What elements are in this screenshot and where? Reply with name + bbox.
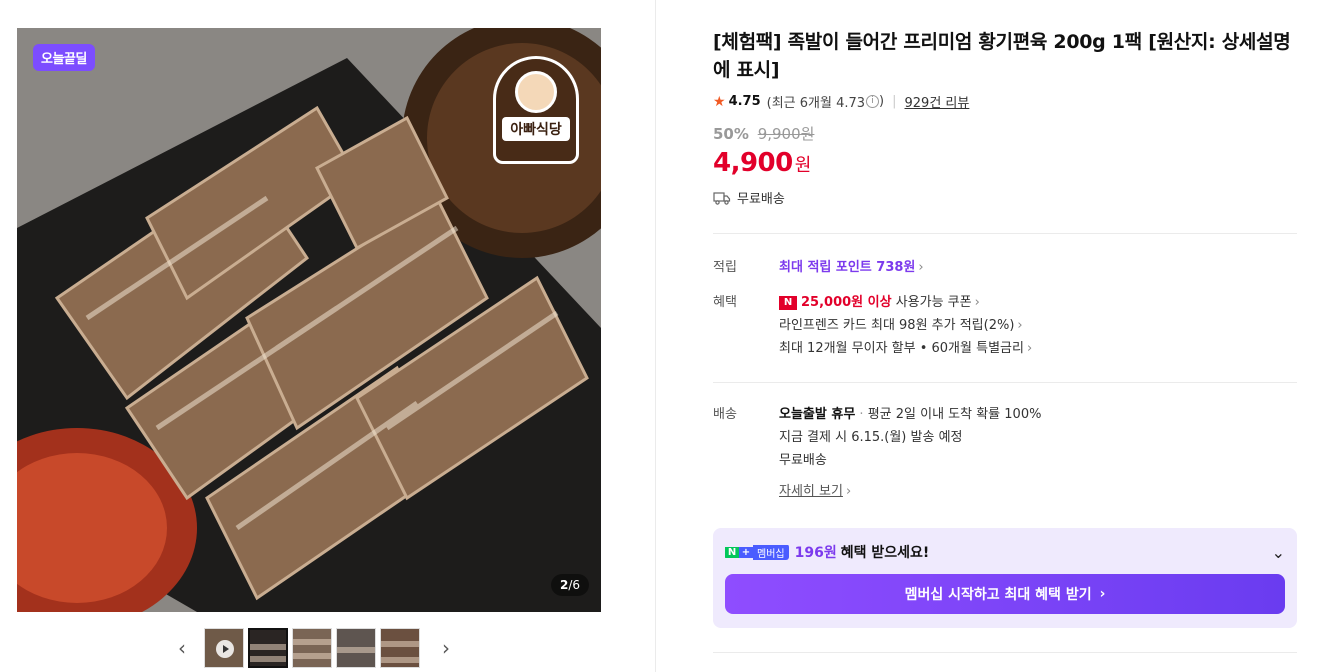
- points-link[interactable]: 최대 적립 포인트 738원: [779, 260, 915, 275]
- original-price: 9,900원: [757, 125, 815, 143]
- chevron-right-icon: ›: [1026, 341, 1033, 356]
- shipping-row: 무료배송: [713, 188, 1297, 207]
- divider: [713, 652, 1297, 653]
- brand-logo: 아빠식당: [493, 56, 579, 164]
- membership-start-button[interactable]: 멤버십 시작하고 최대 혜택 받기 ›: [725, 574, 1285, 614]
- card-row[interactable]: 라인프렌즈 카드 최대 98원 추가 적립(2%) ›: [779, 314, 1297, 337]
- delivery-fee: 무료배송: [779, 453, 827, 468]
- chevron-right-icon: ›: [1017, 318, 1023, 333]
- chevron-right-icon: ›: [974, 295, 980, 310]
- thumbnail-2[interactable]: [248, 628, 288, 668]
- benefit-label: 혜택: [713, 295, 737, 310]
- brand-logo-name: 아빠식당: [502, 117, 570, 141]
- sale-price-number: 4,900: [713, 148, 793, 178]
- thumbnail-4[interactable]: [336, 628, 376, 668]
- plus-icon: +: [739, 546, 753, 558]
- naver-plus-badge: N + 멤버십: [725, 544, 789, 560]
- rating-separator: |: [892, 94, 897, 109]
- rating-recent: (최근 6개월 4.73: [766, 96, 866, 111]
- image-counter: 2/6: [550, 574, 589, 596]
- delivery-schedule: 지금 결제 시 6.15.(월) 발송 예정: [779, 430, 963, 445]
- points-section: 적립 최대 적립 포인트 738원 ›: [713, 256, 1297, 279]
- installment-row[interactable]: 최대 12개월 무이자 할부 • 60개월 특별금리 ›: [779, 337, 1297, 360]
- membership-header[interactable]: N + 멤버십 196원 혜택 받으세요! ⌄: [725, 542, 1285, 562]
- thumbnail-3[interactable]: [292, 628, 332, 668]
- benefit-section: 혜택 N 25,000원 이상 사용가능 쿠폰 › 라인프렌즈 카드 최대 98원 …: [713, 291, 1297, 360]
- main-product-image[interactable]: 오늘끝딜 아빠식당 2/6: [17, 28, 601, 612]
- chevron-right-icon: ›: [845, 484, 852, 499]
- thumbnail-prev-button[interactable]: ‹: [170, 628, 194, 668]
- delivery-section: 배송 오늘출발 휴무 · 평균 2일 이내 도착 확률 100% 지금 결제 시…: [713, 403, 1297, 503]
- delivery-details-link[interactable]: 자세히 보기: [779, 484, 843, 499]
- installment-text: 최대 12개월 무이자 할부 • 60개월 특별금리: [779, 341, 1024, 356]
- rating-recent-close: ): [879, 94, 885, 109]
- naver-n-icon: N: [725, 546, 739, 558]
- chevron-down-icon[interactable]: ⌄: [1272, 543, 1285, 562]
- play-icon: [216, 640, 234, 658]
- product-info: [체험팩] 족발이 들어간 프리미엄 황기편육 200g 1팩 [원산지: 상세…: [713, 28, 1297, 503]
- rating-row: ★ 4.75 (최근 6개월 4.73 i ) | 929건 리뷰: [713, 92, 1297, 112]
- truck-icon: [713, 191, 731, 205]
- discount-percent: 50%: [713, 125, 749, 143]
- delivery-label: 배송: [713, 407, 737, 422]
- image-counter-total: /6: [568, 578, 580, 592]
- membership-box: N + 멤버십 196원 혜택 받으세요! ⌄ 멤버십 시작하고 최대 혜택 받기 ›: [713, 528, 1297, 628]
- divider: [713, 382, 1297, 383]
- membership-text: 혜택 받으세요!: [840, 545, 930, 561]
- thumbnail-strip: ‹ ›: [170, 628, 458, 668]
- review-count-link[interactable]: 929건 리뷰: [905, 92, 970, 111]
- thumbnail-1[interactable]: [204, 628, 244, 668]
- info-icon[interactable]: i: [866, 95, 880, 108]
- thumbnail-next-button[interactable]: ›: [434, 628, 458, 668]
- card-text: 라인프렌즈 카드 최대 98원 추가 적립(2%): [779, 318, 1015, 333]
- delivery-status: 오늘출발 휴무: [779, 407, 856, 422]
- product-title: [체험팩] 족발이 들어간 프리미엄 황기편육 200g 1팩 [원산지: 상세…: [713, 31, 1291, 81]
- coupon-text: 사용가능 쿠폰: [891, 295, 972, 310]
- sale-price: 4,900 원: [713, 148, 1297, 178]
- membership-badge-text: 멤버십: [753, 544, 789, 560]
- chevron-right-icon: ›: [918, 260, 924, 275]
- delivery-avg: 평균 2일 이내 도착 확률 100%: [867, 407, 1042, 422]
- price-before: 50% 9,900원: [713, 123, 1297, 144]
- coupon-amount: 25,000원 이상: [801, 295, 892, 310]
- chevron-right-icon: ›: [1099, 586, 1106, 602]
- naver-n-icon: N: [779, 295, 797, 310]
- chef-face-icon: [515, 71, 557, 113]
- coupon-row[interactable]: N 25,000원 이상 사용가능 쿠폰 ›: [779, 291, 1297, 314]
- star-icon: ★: [713, 93, 726, 110]
- thumbnail-5[interactable]: [380, 628, 420, 668]
- delivery-dot: ·: [855, 407, 868, 422]
- membership-button-label: 멤버십 시작하고 최대 혜택 받기: [904, 587, 1092, 603]
- product-gallery: 오늘끝딜 아빠식당 2/6 ‹ ›: [0, 0, 656, 672]
- membership-amount: 196원: [794, 545, 837, 561]
- shipping-text: 무료배송: [737, 192, 785, 207]
- rating-score: 4.75: [728, 94, 761, 109]
- points-label: 적립: [713, 260, 737, 275]
- divider: [713, 233, 1297, 234]
- today-deal-badge: 오늘끝딜: [33, 44, 95, 71]
- sale-price-unit: 원: [794, 155, 812, 176]
